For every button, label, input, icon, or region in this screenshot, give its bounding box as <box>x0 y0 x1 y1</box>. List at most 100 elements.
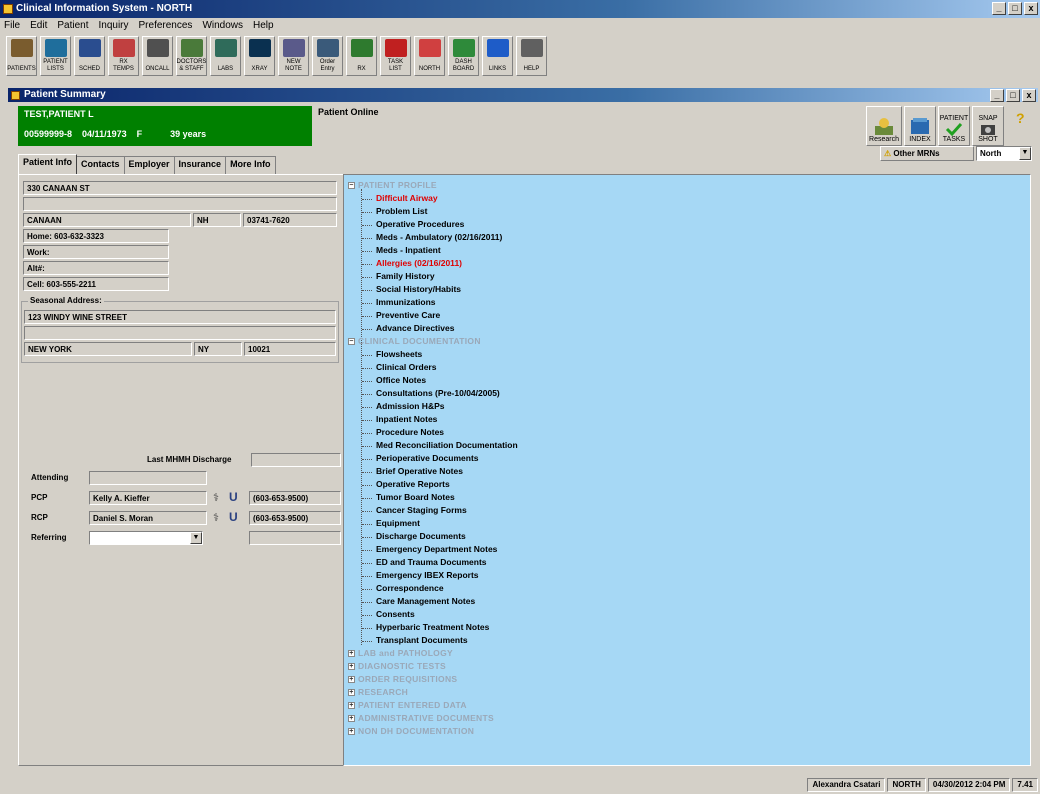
toolbar-button-schedule[interactable]: SCHED <box>74 36 105 76</box>
tree-item[interactable]: Flowsheets <box>348 348 1030 361</box>
toolbar-button-order-entry[interactable]: Order Entry <box>312 36 343 76</box>
tree-section[interactable]: + ADMINISTRATIVE DOCUMENTS <box>348 712 1030 725</box>
referring-select[interactable]: ▼ <box>89 531 203 545</box>
tree-item[interactable]: Admission H&Ps <box>348 400 1030 413</box>
menu-patient[interactable]: Patient <box>57 18 88 34</box>
patient-tasks-button[interactable]: PATIENT TASKS <box>938 106 970 146</box>
help-question-icon[interactable]: ? <box>1016 110 1032 126</box>
tree-item[interactable]: Emergency IBEX Reports <box>348 569 1030 582</box>
tree-item[interactable]: Operative Procedures <box>348 218 1030 231</box>
expand-icon[interactable]: + <box>348 702 355 709</box>
tree-item[interactable]: Problem List <box>348 205 1030 218</box>
tree-item[interactable]: Correspondence <box>348 582 1030 595</box>
tree-item[interactable]: Immunizations <box>348 296 1030 309</box>
tab-more-info[interactable]: More Info <box>225 156 276 174</box>
tree-item[interactable]: Transplant Documents <box>348 634 1030 647</box>
toolbar-button-prescription[interactable]: RX <box>346 36 377 76</box>
toolbar-button-labs[interactable]: LABS <box>210 36 241 76</box>
tree-item[interactable]: Meds - Ambulatory (02/16/2011) <box>348 231 1030 244</box>
maximize-button[interactable]: □ <box>1008 2 1022 15</box>
toolbar-button-links[interactable]: LINKS <box>482 36 513 76</box>
tree-item[interactable]: Office Notes <box>348 374 1030 387</box>
collapse-icon[interactable]: − <box>348 182 355 189</box>
toolbar-button-rx[interactable]: RX TEMPS <box>108 36 139 76</box>
toolbar-button-phone[interactable]: ONCALL <box>142 36 173 76</box>
tree-item[interactable]: Discharge Documents <box>348 530 1030 543</box>
summary-maximize-button[interactable]: □ <box>1006 89 1020 102</box>
toolbar-button-help[interactable]: HELP <box>516 36 547 76</box>
tree-item[interactable]: Difficult Airway <box>348 192 1030 205</box>
u-link-icon[interactable]: U <box>229 490 238 504</box>
menu-help[interactable]: Help <box>253 18 274 34</box>
tree-item[interactable]: Allergies (02/16/2011) <box>348 257 1030 270</box>
tab-contacts[interactable]: Contacts <box>76 156 125 174</box>
tree-section[interactable]: − PATIENT PROFILE <box>348 179 1030 192</box>
tree-item[interactable]: Clinical Orders <box>348 361 1030 374</box>
tree-section[interactable]: + ORDER REQUISITIONS <box>348 673 1030 686</box>
index-button[interactable]: INDEX <box>904 106 936 146</box>
tab-patient-info[interactable]: Patient Info <box>18 154 77 174</box>
expand-icon[interactable]: + <box>348 715 355 722</box>
tree-item[interactable]: Operative Reports <box>348 478 1030 491</box>
menu-file[interactable]: File <box>4 18 20 34</box>
directory-icon[interactable]: ⚕ <box>213 491 219 504</box>
tree-item[interactable]: Social History/Habits <box>348 283 1030 296</box>
mrn-site-select[interactable]: North ▼ <box>976 146 1032 161</box>
expand-icon[interactable]: + <box>348 663 355 670</box>
tree-item[interactable]: Med Reconciliation Documentation <box>348 439 1030 452</box>
toolbar-button-xray[interactable]: XRAY <box>244 36 275 76</box>
tree-section[interactable]: + DIAGNOSTIC TESTS <box>348 660 1030 673</box>
summary-minimize-button[interactable]: _ <box>990 89 1004 102</box>
tree-section[interactable]: + RESEARCH <box>348 686 1030 699</box>
tab-insurance[interactable]: Insurance <box>173 156 227 174</box>
toolbar-button-patient-lists[interactable]: PATIENT LISTS <box>40 36 71 76</box>
tree-item[interactable]: Inpatient Notes <box>348 413 1030 426</box>
tree-item[interactable]: Family History <box>348 270 1030 283</box>
toolbar-button-north[interactable]: NORTH <box>414 36 445 76</box>
expand-icon[interactable]: + <box>348 650 355 657</box>
tree-item[interactable]: Advance Directives <box>348 322 1030 335</box>
tree-section[interactable]: + NON DH DOCUMENTATION <box>348 725 1030 738</box>
minimize-button[interactable]: _ <box>992 2 1006 15</box>
tree-item[interactable]: Emergency Department Notes <box>348 543 1030 556</box>
tree-item[interactable]: Perioperative Documents <box>348 452 1030 465</box>
tree-item[interactable]: Consultations (Pre-10/04/2005) <box>348 387 1030 400</box>
menu-windows[interactable]: Windows <box>202 18 243 34</box>
tree-item[interactable]: Care Management Notes <box>348 595 1030 608</box>
expand-icon[interactable]: + <box>348 676 355 683</box>
summary-close-button[interactable]: x <box>1022 89 1036 102</box>
other-mrns-button[interactable]: ⚠ Other MRNs <box>880 146 974 161</box>
tree-section[interactable]: + LAB and PATHOLOGY <box>348 647 1030 660</box>
expand-icon[interactable]: + <box>348 728 355 735</box>
menu-inquiry[interactable]: Inquiry <box>99 18 129 34</box>
toolbar-button-task-list[interactable]: TASK LIST <box>380 36 411 76</box>
toolbar-button-doctors[interactable]: DOCTORS & STAFF <box>176 36 207 76</box>
directory-icon[interactable]: ⚕ <box>213 511 219 524</box>
tree-section[interactable]: + PATIENT ENTERED DATA <box>348 699 1030 712</box>
research-button[interactable]: Research <box>866 106 902 146</box>
tree-item[interactable]: Meds - Inpatient <box>348 244 1030 257</box>
tree-section[interactable]: − CLINICAL DOCUMENTATION <box>348 335 1030 348</box>
tree-item[interactable]: Preventive Care <box>348 309 1030 322</box>
collapse-icon[interactable]: − <box>348 338 355 345</box>
tree-item[interactable]: Hyperbaric Treatment Notes <box>348 621 1030 634</box>
tree-item[interactable]: Consents <box>348 608 1030 621</box>
u-link-icon[interactable]: U <box>229 510 238 524</box>
tree-item[interactable]: Equipment <box>348 517 1030 530</box>
document-tree[interactable]: − PATIENT PROFILE Difficult Airway Problem … <box>343 174 1031 766</box>
snapshot-button[interactable]: SNAP SHOT <box>972 106 1004 146</box>
tree-item[interactable]: Brief Operative Notes <box>348 465 1030 478</box>
close-button[interactable]: x <box>1024 2 1038 15</box>
menu-preferences[interactable]: Preferences <box>139 18 193 34</box>
menu-edit[interactable]: Edit <box>30 18 47 34</box>
tab-employer[interactable]: Employer <box>123 156 175 174</box>
tree-item[interactable]: Cancer Staging Forms <box>348 504 1030 517</box>
tree-item[interactable]: Tumor Board Notes <box>348 491 1030 504</box>
toolbar-button-dashboard[interactable]: DASH BOARD <box>448 36 479 76</box>
expand-icon[interactable]: + <box>348 689 355 696</box>
tree-item[interactable]: Procedure Notes <box>348 426 1030 439</box>
toolbar-button-patients[interactable]: PATIENTS <box>6 36 37 76</box>
chevron-down-icon[interactable]: ▼ <box>1019 147 1031 160</box>
chevron-down-icon[interactable]: ▼ <box>190 532 202 544</box>
tree-item[interactable]: ED and Trauma Documents <box>348 556 1030 569</box>
